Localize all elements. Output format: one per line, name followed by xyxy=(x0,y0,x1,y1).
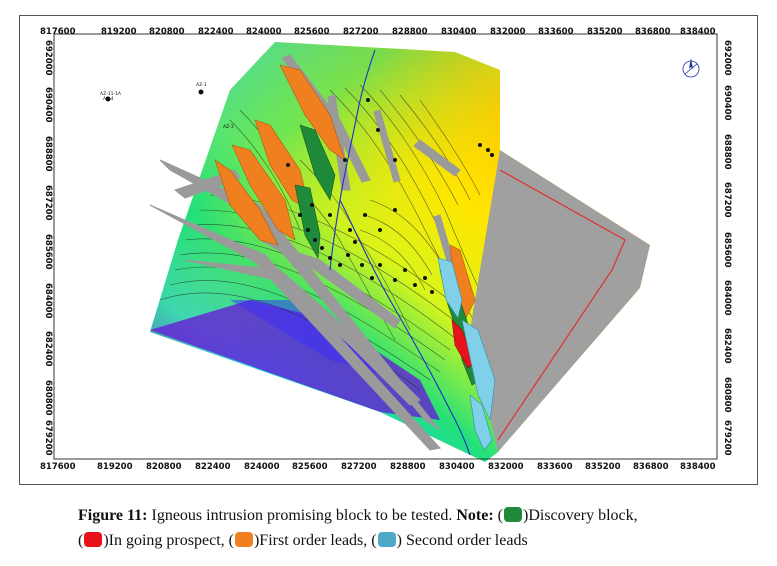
y-tick-label: 682400 xyxy=(43,331,53,367)
y-tick-label: 679200 xyxy=(43,420,53,456)
x-tick-label: 836800 xyxy=(633,462,669,472)
north-arrow-icon xyxy=(682,58,700,78)
y-tick-label: 680800 xyxy=(722,377,732,413)
x-tick-label: 817600 xyxy=(40,462,76,472)
y-tick-label: 687200 xyxy=(722,182,732,218)
discovery-swatch xyxy=(503,507,522,522)
x-tick-label: 838400 xyxy=(680,462,716,472)
y-tick-label: 684000 xyxy=(43,283,53,319)
y-tick-label: 690400 xyxy=(722,85,732,121)
x-tick-label: 827200 xyxy=(343,27,379,37)
x-tick-label: 828800 xyxy=(390,462,426,472)
y-tick-label: 688800 xyxy=(722,134,732,170)
x-tick-label: 820800 xyxy=(149,27,185,37)
x-tick-label: 835200 xyxy=(587,27,623,37)
x-tick-label: 830400 xyxy=(441,27,477,37)
y-tick-label: 685600 xyxy=(43,234,53,270)
y-tick-label: 679200 xyxy=(722,420,732,456)
legend-open: ( xyxy=(78,532,84,549)
y-tick-label: 692000 xyxy=(722,40,732,76)
figure-caption: Figure 11: Igneous intrusion promising b… xyxy=(78,503,738,553)
x-tick-label: 833600 xyxy=(538,27,574,37)
x-tick-label: 824000 xyxy=(246,27,282,37)
y-tick-label: 685600 xyxy=(722,232,732,268)
y-tick-label: 688800 xyxy=(43,136,53,172)
x-tick-label: 825600 xyxy=(292,462,328,472)
x-tick-label: 835200 xyxy=(585,462,621,472)
x-tick-label: 833600 xyxy=(537,462,573,472)
y-tick-label: 690400 xyxy=(43,87,53,123)
figure-label: Figure 11: xyxy=(78,507,148,524)
x-tick-label: 828800 xyxy=(392,27,428,37)
x-tick-label: 838400 xyxy=(680,27,716,37)
x-tick-label: 836800 xyxy=(635,27,671,37)
x-tick-label: 832000 xyxy=(490,27,526,37)
figure: AZ-11-1A AZ-4 AZ-1 AZ-3 817600 819200 82… xyxy=(0,0,777,566)
x-tick-label: 822400 xyxy=(195,462,231,472)
caption-text: Igneous intrusion promising block to be … xyxy=(147,507,457,524)
x-tick-label: 827200 xyxy=(341,462,377,472)
first-order-swatch xyxy=(234,532,253,547)
x-tick-label: 824000 xyxy=(244,462,280,472)
x-tick-label: 832000 xyxy=(488,462,524,472)
x-tick-label: 820800 xyxy=(146,462,182,472)
x-tick-label: 825600 xyxy=(294,27,330,37)
x-tick-label: 822400 xyxy=(198,27,234,37)
x-tick-label: 817600 xyxy=(40,27,76,37)
legend-first-order: )First order leads, ( xyxy=(253,532,377,549)
y-tick-label: 692000 xyxy=(43,40,53,76)
x-tick-label: 819200 xyxy=(101,27,137,37)
legend-in-going: )In going prospect, ( xyxy=(103,532,234,549)
y-tick-label: 680800 xyxy=(43,380,53,416)
second-order-swatch xyxy=(377,532,396,547)
legend-discovery: )Discovery block, xyxy=(522,507,638,524)
map-frame xyxy=(19,15,758,485)
y-tick-label: 684000 xyxy=(722,280,732,316)
legend-open: ( xyxy=(493,507,503,524)
in-going-swatch xyxy=(84,532,103,547)
legend-second-order: ) Second order leads xyxy=(396,532,528,549)
x-tick-label: 819200 xyxy=(97,462,133,472)
note-label: Note: xyxy=(456,507,494,524)
y-tick-label: 687200 xyxy=(43,185,53,221)
y-tick-label: 682400 xyxy=(722,328,732,364)
x-tick-label: 830400 xyxy=(439,462,475,472)
